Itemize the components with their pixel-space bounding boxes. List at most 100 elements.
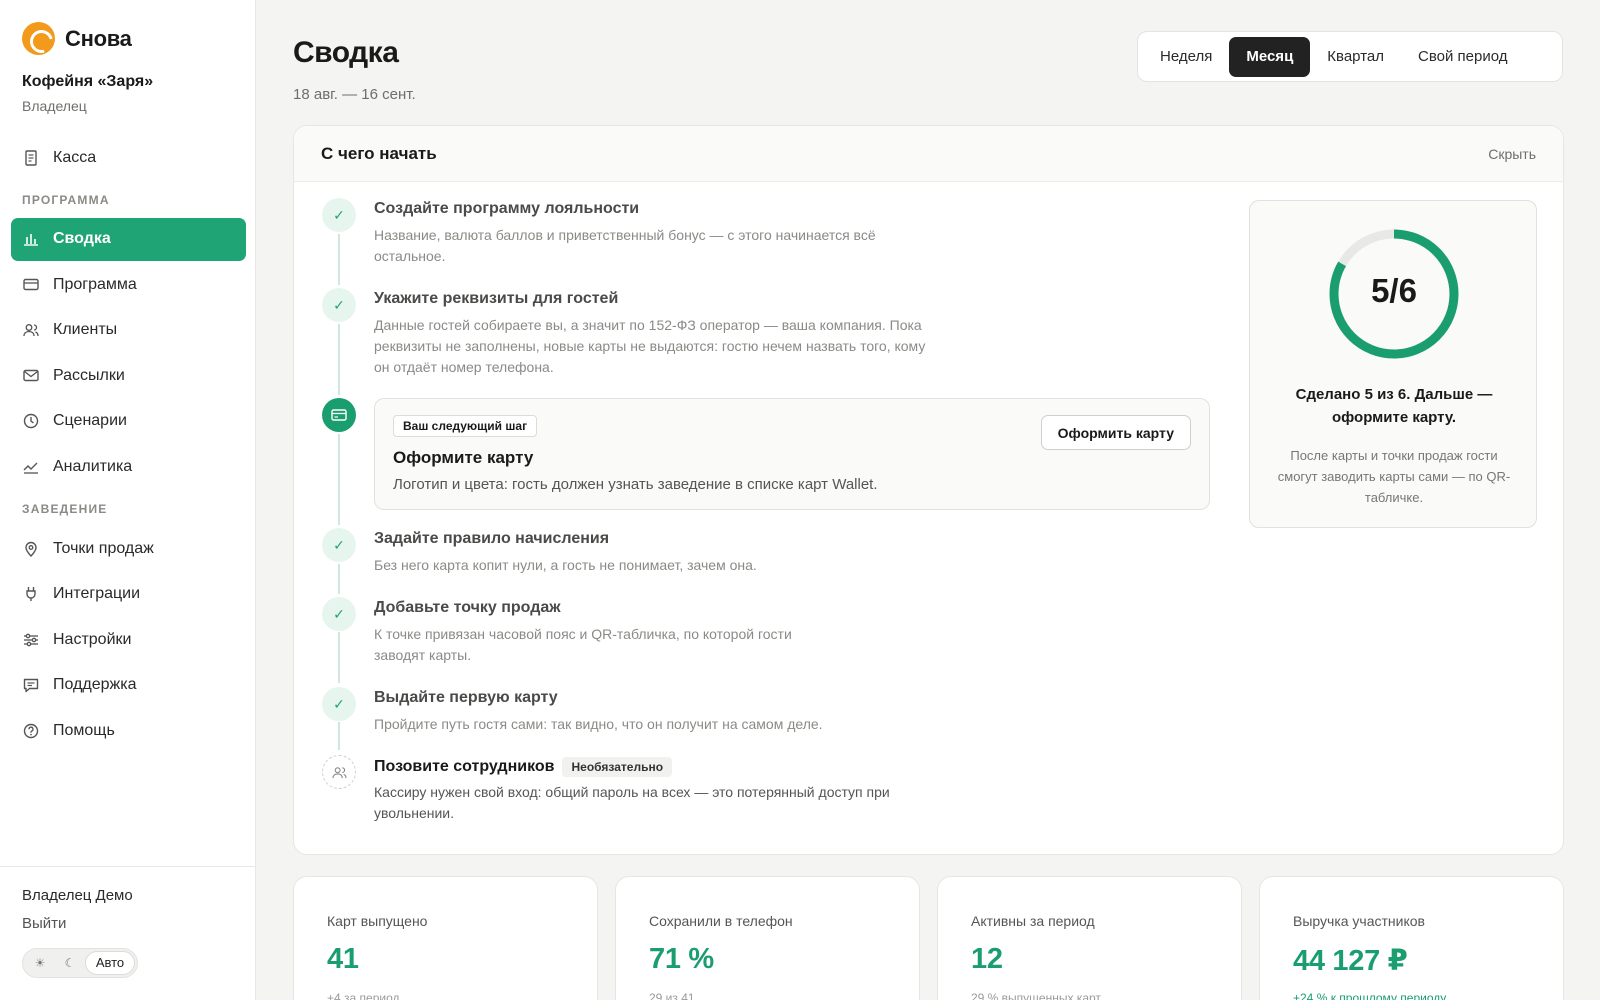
progress-value: 5/6 <box>1371 272 1417 309</box>
stat-subtext: 29 % выпущенных карт <box>971 991 1101 1000</box>
stat-value: 12 <box>971 943 1003 975</box>
org-name: Кофейня «Заря» <box>22 73 154 90</box>
stat-card-saved-to-phone[interactable]: Сохранили в телефон 71 % 29 из 41 <box>615 876 920 1000</box>
onboarding-step-optional: Позовите сотрудников Необязательно Кассир… <box>322 755 914 824</box>
stat-subtext: 29 из 41 <box>649 991 695 1000</box>
stat-value: 71 % <box>649 943 714 975</box>
nav-section-program: ПРОГРАММА <box>22 192 110 207</box>
chat-icon <box>23 677 39 693</box>
onboarding-step: ✓ Создайте программу лояльности Название… <box>322 198 894 267</box>
check-icon: ✓ <box>322 528 356 562</box>
theme-auto-option[interactable]: Авто <box>85 951 135 975</box>
users-icon <box>322 755 356 789</box>
step-title[interactable]: Создайте программу лояльности <box>374 198 894 218</box>
brand[interactable]: Снова <box>22 22 132 55</box>
onboarding-header: С чего начать Скрыть <box>294 126 1563 182</box>
progress-note: После карты и точки продаж гости смогут … <box>1277 448 1511 505</box>
theme-switch: ☀ ☾ Авто <box>22 948 138 978</box>
step-title[interactable]: Добавьте точку продаж <box>374 597 844 617</box>
step-title[interactable]: Выдайте первую карту <box>374 687 934 707</box>
card-icon <box>23 277 39 293</box>
brand-name: Снова <box>65 25 132 51</box>
step-description: Без него карта копит нули, а гость не по… <box>374 557 757 573</box>
sidebar-item-support[interactable]: Поддержка <box>11 664 246 707</box>
sidebar-item-label: Рассылки <box>53 366 125 384</box>
hide-onboarding-link[interactable]: Скрыть <box>1488 146 1536 162</box>
onboarding-title: С чего начать <box>321 143 437 163</box>
nav-section-venue: ЗАВЕДЕНИЕ <box>22 502 108 517</box>
step-title[interactable]: Позовите сотрудников Необязательно <box>374 755 914 777</box>
sliders-icon <box>23 632 39 648</box>
sidebar-nav: Касса ПРОГРАММА Сводка Программа Клиенты <box>11 136 246 755</box>
progress-headline: Сделано 5 из 6. Дальше — оформите карту. <box>1295 386 1493 426</box>
trend-icon <box>23 459 39 475</box>
stat-label: Карт выпущено <box>327 913 428 929</box>
next-step-title: Оформите карту <box>393 448 534 467</box>
step-title[interactable]: Задайте правило начисления <box>374 528 934 548</box>
tab-week[interactable]: Неделя <box>1143 37 1229 77</box>
card-icon <box>322 398 356 432</box>
check-icon: ✓ <box>322 288 356 322</box>
stat-value: 41 <box>327 943 359 975</box>
step-description: Название, валюта баллов и приветственный… <box>374 227 876 264</box>
onboarding-step: ✓ Выдайте первую карту Пройдите путь гос… <box>322 687 934 735</box>
sidebar-item-label: Программа <box>53 275 137 293</box>
onboarding-step: ✓ Укажите реквизиты для гостей Данные го… <box>322 288 934 378</box>
stat-card-active-period[interactable]: Активны за период 12 29 % выпущенных кар… <box>937 876 1242 1000</box>
sidebar-item-program[interactable]: Программа <box>11 263 246 306</box>
page-title: Сводка <box>293 36 399 69</box>
page-period: 18 авг. — 16 сент. <box>293 86 416 103</box>
sidebar-item-settings[interactable]: Настройки <box>11 618 246 661</box>
check-icon: ✓ <box>322 687 356 721</box>
sidebar-item-label: Интеграции <box>53 585 141 603</box>
current-user-name: Владелец Демо <box>22 887 133 904</box>
progress-panel: 5/6 Сделано 5 из 6. Дальше — оформите ка… <box>1249 200 1537 528</box>
sidebar-item-help[interactable]: Помощь <box>11 710 246 753</box>
sidebar-footer: Владелец Демо Выйти ☀ ☾ Авто <box>0 866 256 1000</box>
design-card-button[interactable]: Оформить карту <box>1040 415 1191 450</box>
sidebar-item-label: Касса <box>53 148 97 166</box>
step-description: Кассиру нужен свой вход: общий пароль на… <box>374 784 890 821</box>
sidebar-item-label: Аналитика <box>53 458 133 476</box>
onboarding-step: ✓ Задайте правило начисления Без него ка… <box>322 528 934 576</box>
onboarding-step-current: Ваш следующий шаг Оформите карту Логотип… <box>322 398 1222 512</box>
sidebar-item-label: Настройки <box>53 630 132 648</box>
optional-badge: Необязательно <box>562 757 673 777</box>
tab-custom-period[interactable]: Свой период <box>1401 37 1524 77</box>
sidebar-item-cash[interactable]: Касса <box>11 136 246 179</box>
sun-icon[interactable]: ☀ <box>25 956 55 970</box>
stat-card-cards-issued[interactable]: Карт выпущено 41 +4 за период <box>293 876 598 1000</box>
moon-icon[interactable]: ☾ <box>55 956 85 970</box>
mail-icon <box>23 368 39 384</box>
next-step-description: Логотип и цвета: гость должен узнать зав… <box>393 476 878 493</box>
stat-label: Выручка участников <box>1293 913 1425 929</box>
step-description: К точке привязан часовой пояс и QR-табли… <box>374 626 792 663</box>
sidebar-item-label: Клиенты <box>53 321 118 339</box>
step-description: Пройдите путь гостя сами: так видно, что… <box>374 716 823 732</box>
step-title[interactable]: Укажите реквизиты для гостей <box>374 288 934 308</box>
stat-card-member-revenue[interactable]: Выручка участников 44 127 ₽ +24 % к прош… <box>1259 876 1564 1000</box>
stat-subtext: +24 % к прошлому периоду <box>1293 991 1447 1000</box>
check-icon: ✓ <box>322 198 356 232</box>
sidebar-item-summary[interactable]: Сводка <box>11 217 246 261</box>
tab-quarter[interactable]: Квартал <box>1310 37 1401 77</box>
stat-subtext: +4 за период <box>327 991 400 1000</box>
sidebar-item-label: Поддержка <box>53 676 137 694</box>
help-circle-icon <box>23 723 39 739</box>
sidebar-item-scenarios[interactable]: Сценарии <box>11 400 246 443</box>
onboarding-card: С чего начать Скрыть ✓ Создайте программ… <box>293 125 1564 855</box>
users-icon <box>23 322 39 338</box>
sidebar-item-label: Точки продаж <box>53 539 154 557</box>
bar-chart-icon <box>23 231 39 247</box>
stat-label: Активны за период <box>971 913 1095 929</box>
sidebar-item-clients[interactable]: Клиенты <box>11 309 246 352</box>
step-description: Данные гостей собираете вы, а значит по … <box>374 317 926 375</box>
sidebar-item-sales-points[interactable]: Точки продаж <box>11 527 246 570</box>
tab-month[interactable]: Месяц <box>1229 36 1311 77</box>
sidebar-item-mailings[interactable]: Рассылки <box>11 354 246 397</box>
receipt-icon <box>23 149 39 166</box>
sidebar-item-integrations[interactable]: Интеграции <box>11 573 246 616</box>
sidebar-item-analytics[interactable]: Аналитика <box>11 446 246 489</box>
plug-icon <box>23 586 39 602</box>
logout-link[interactable]: Выйти <box>22 915 66 932</box>
